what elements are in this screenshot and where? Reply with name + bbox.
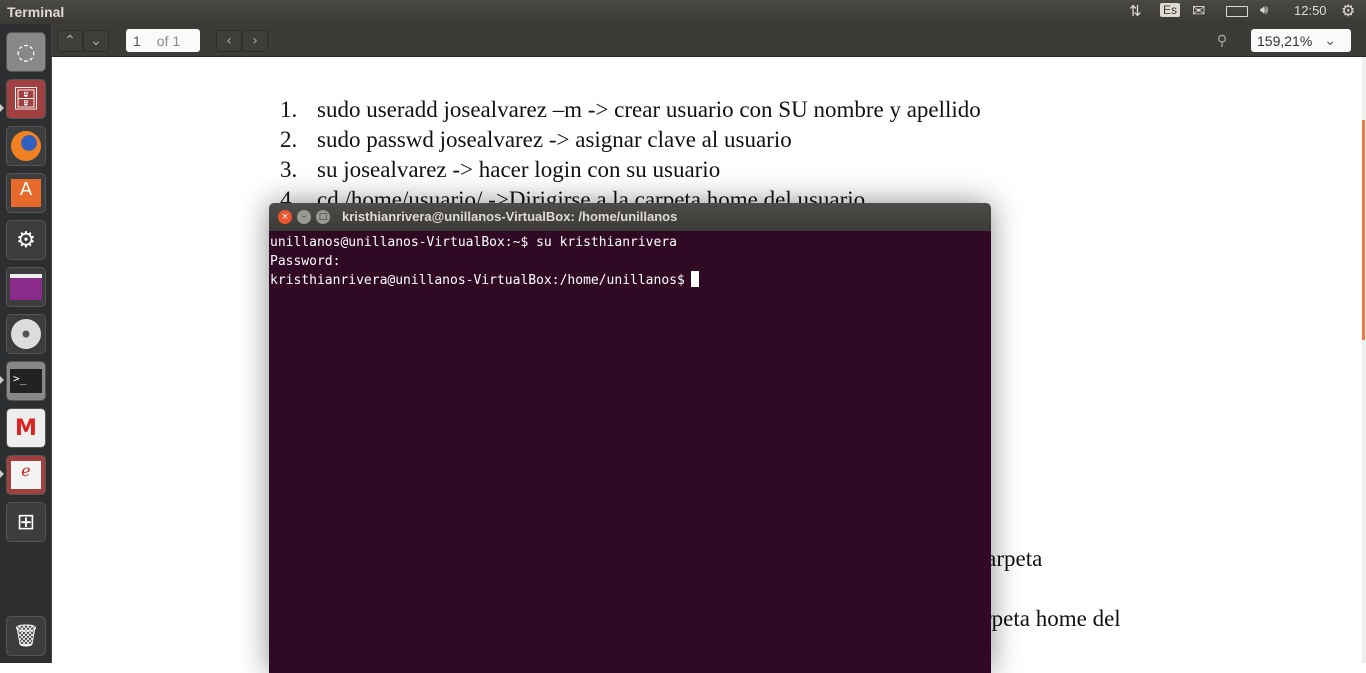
gmail-icon[interactable]: M xyxy=(6,408,46,448)
next-page-button[interactable]: ⌄ xyxy=(83,30,109,52)
launcher: ◌ 🗄︎ A ⚙ >_ M ℯ ⊞ 🗑︎ xyxy=(0,24,52,663)
network-icon[interactable]: ⇅ xyxy=(1129,2,1142,20)
list-item: 1. sudo useradd josealvarez –m -> crear u… xyxy=(280,97,981,122)
page-number-field[interactable]: 1 of 1 xyxy=(126,29,200,52)
page-number: 1 xyxy=(133,32,141,49)
terminal-cursor xyxy=(690,271,699,287)
search-icon[interactable]: ⚲ xyxy=(1209,30,1235,52)
files-icon[interactable]: 🗄︎ xyxy=(6,79,46,119)
clock[interactable]: 12:50 xyxy=(1294,3,1327,18)
zoom-select[interactable]: 159,21% ⌄ xyxy=(1251,29,1351,52)
terminal-icon[interactable]: >_ xyxy=(6,361,46,401)
app-title: Terminal xyxy=(7,4,65,20)
software-center-icon[interactable]: A xyxy=(6,173,46,213)
running-indicator xyxy=(0,470,4,478)
volume-icon[interactable]: 🔊︎ xyxy=(1260,2,1268,18)
dvd-icon[interactable] xyxy=(6,314,46,354)
system-settings-icon[interactable]: ⚙ xyxy=(6,220,46,260)
minimize-icon[interactable]: – xyxy=(297,210,311,224)
terminal-titlebar[interactable]: × – □ kristhianrivera@unillanos-VirtualB… xyxy=(269,203,991,231)
document-viewer-icon[interactable]: ℯ xyxy=(6,455,46,495)
workspace-switcher-icon[interactable]: ⊞ xyxy=(6,502,46,542)
chevron-down-icon: ⌄ xyxy=(1324,32,1337,48)
firefox-icon[interactable] xyxy=(6,126,46,166)
app-window-icon[interactable] xyxy=(6,267,46,307)
terminal-prompt: kristhianrivera@unillanos-VirtualBox:/ho… xyxy=(270,273,685,288)
close-icon[interactable]: × xyxy=(278,210,292,224)
list-item: 2. sudo passwd josealvarez -> asignar cla… xyxy=(280,127,792,152)
battery-icon[interactable] xyxy=(1226,6,1248,17)
maximize-icon[interactable]: □ xyxy=(316,210,330,224)
terminal-line: Password: xyxy=(270,254,341,269)
zoom-level: 159,21% xyxy=(1257,32,1313,49)
terminal-window[interactable]: × – □ kristhianrivera@unillanos-VirtualB… xyxy=(269,203,991,673)
document-toolbar: ⌃ ⌄ 1 of 1 ‹ › ⚲ 159,21% ⌄ xyxy=(52,24,1366,57)
power-gear-icon[interactable]: ⚙ xyxy=(1341,1,1355,21)
running-indicator xyxy=(0,104,4,112)
mail-icon[interactable]: ✉ xyxy=(1192,1,1205,21)
list-item: 3. su josealvarez -> hacer login con su u… xyxy=(280,157,721,182)
terminal-output[interactable]: unillanos@unillanos-VirtualBox:~$ su kri… xyxy=(269,231,991,673)
running-indicator xyxy=(0,376,4,384)
trash-icon[interactable]: 🗑︎ xyxy=(6,616,46,656)
document-text-fragment: rpeta home del xyxy=(984,606,1121,631)
keyboard-layout-indicator[interactable]: Es xyxy=(1160,3,1181,17)
previous-page-button[interactable]: ⌃ xyxy=(57,30,83,52)
ubuntu-dash-icon[interactable]: ◌ xyxy=(6,32,46,72)
top-panel: Terminal ⇅ Es ✉ 🔊︎ 12:50 ⚙ xyxy=(0,0,1366,24)
back-button[interactable]: ‹ xyxy=(216,30,242,52)
page-total: of 1 xyxy=(156,32,181,49)
terminal-line: unillanos@unillanos-VirtualBox:~$ su kri… xyxy=(270,235,677,250)
forward-button[interactable]: › xyxy=(242,30,268,52)
terminal-title: kristhianrivera@unillanos-VirtualBox: /h… xyxy=(342,209,678,224)
document-scrollbar-thumb[interactable] xyxy=(1362,120,1365,340)
